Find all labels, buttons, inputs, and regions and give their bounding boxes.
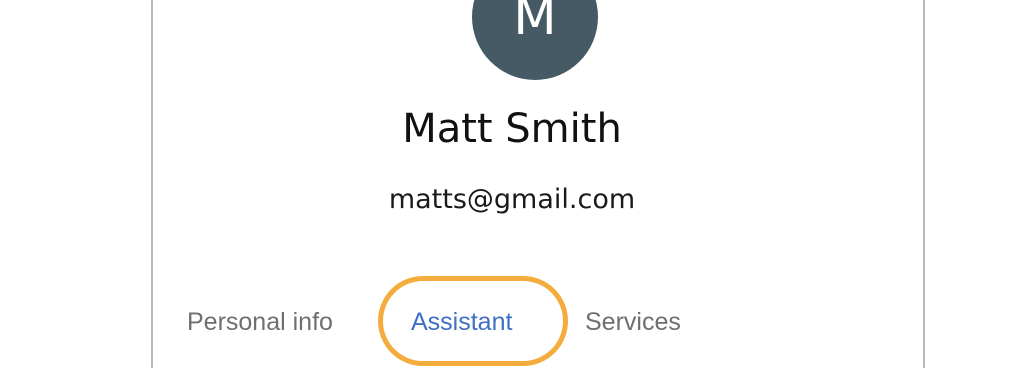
avatar-initial: M: [513, 0, 557, 46]
account-email: matts@gmail.com: [388, 184, 636, 215]
tab-services[interactable]: Services: [585, 306, 681, 338]
account-name: Matt Smith: [402, 106, 622, 152]
account-page: M Matt Smith matts@gmail.com Personal in…: [0, 0, 1024, 368]
tab-personal-info[interactable]: Personal info: [187, 306, 333, 338]
tab-assistant[interactable]: Assistant: [411, 306, 512, 338]
